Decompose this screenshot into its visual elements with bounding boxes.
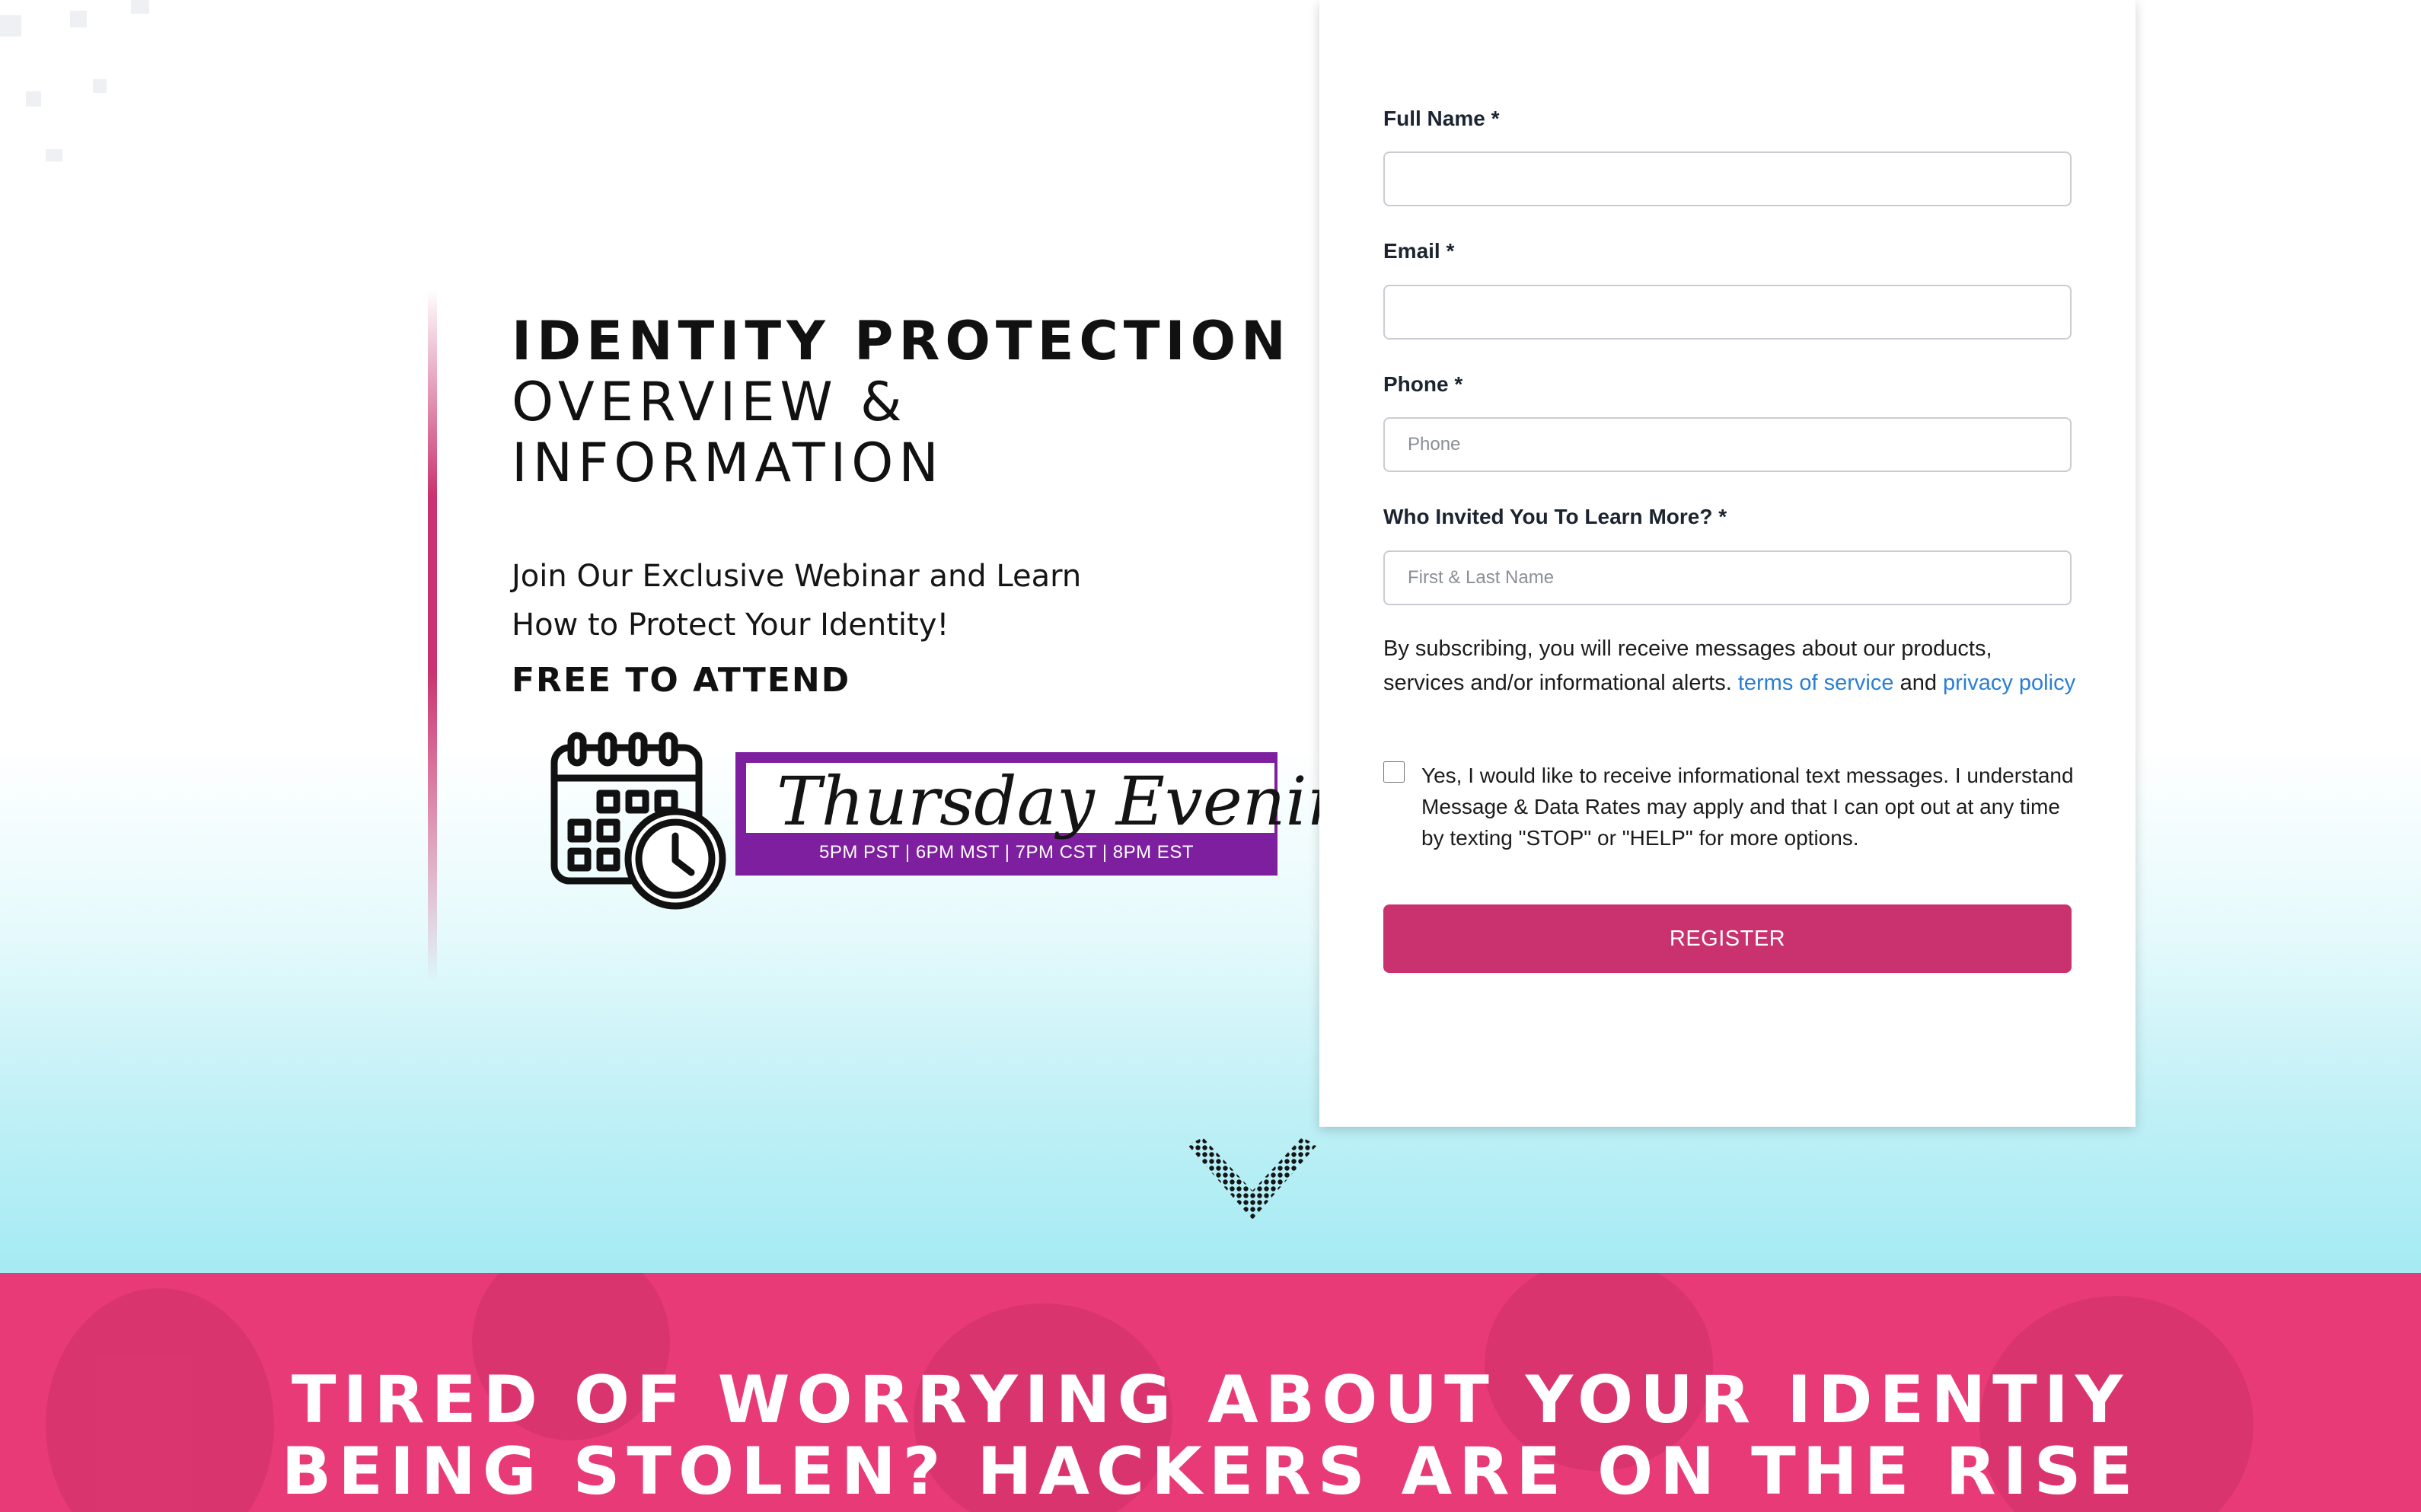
- phone-input[interactable]: [1383, 417, 2072, 472]
- decorative-pixel-pattern: [0, 0, 167, 183]
- hacker-warning-banner: TIRED OF WORRYING ABOUT YOUR IDENTIY BEI…: [0, 1273, 2421, 1512]
- full-name-label: Full Name *: [1383, 107, 1500, 130]
- sms-opt-in-text: Yes, I would like to receive information…: [1421, 764, 2074, 850]
- email-input[interactable]: [1383, 285, 2072, 340]
- chevron-down-icon[interactable]: [1188, 1137, 1317, 1221]
- hero-accent-bar: [428, 289, 437, 982]
- schedule-banner: Thursday Evening 5PM PST | 6PM MST | 7PM…: [735, 752, 1393, 876]
- schedule-day: Thursday Evening: [777, 762, 1393, 841]
- hero-title-line3: INFORMATION: [512, 432, 944, 494]
- inviter-label: Who Invited You To Learn More? *: [1383, 505, 1727, 528]
- schedule-banner-inner: Thursday Evening: [746, 762, 1393, 841]
- hero-subtitle-line1: Join Our Exclusive Webinar and Learn: [512, 559, 1082, 594]
- sms-opt-in-checkbox[interactable]: [1383, 761, 1405, 783]
- inviter-input[interactable]: [1383, 550, 2072, 605]
- free-to-attend-label: FREE TO ATTEND: [512, 661, 851, 700]
- calendar-clock-icon: [550, 732, 726, 910]
- email-label: Email *: [1383, 239, 1455, 263]
- hero-section: IDENTITY PROTECTION OVERVIEW & INFORMATI…: [428, 289, 1393, 982]
- terms-of-service-link[interactable]: terms of service: [1738, 671, 1894, 695]
- banner-headline-line2: BEING STOLEN? HACKERS ARE ON THE RISE: [281, 1434, 2140, 1510]
- privacy-policy-link[interactable]: privacy policy: [1943, 671, 2075, 695]
- banner-headline-line1: TIRED OF WORRYING ABOUT YOUR IDENTIY: [291, 1362, 2130, 1438]
- hero-title: IDENTITY PROTECTION OVERVIEW & INFORMATI…: [512, 311, 1311, 493]
- consent-text: By subscribing, you will receive message…: [1383, 632, 2076, 700]
- register-button[interactable]: REGISTER: [1383, 904, 2072, 973]
- hero-title-line2: OVERVIEW &: [512, 371, 907, 433]
- phone-label: Phone *: [1383, 372, 1463, 396]
- hero-title-bold: IDENTITY PROTECTION: [512, 310, 1291, 372]
- hero-subtitle-line2: How to Protect Your Identity!: [512, 608, 949, 643]
- hero-subtitle: Join Our Exclusive Webinar and Learn How…: [512, 552, 1197, 649]
- registration-form: Full Name * Email * Phone * Who Invited …: [1319, 0, 2136, 1127]
- schedule-times: 5PM PST | 6PM MST | 7PM CST | 8PM EST: [819, 842, 1194, 863]
- banner-headline: TIRED OF WORRYING ABOUT YOUR IDENTIY BEI…: [0, 1364, 2421, 1507]
- consent-and: and: [1899, 671, 1937, 695]
- full-name-input[interactable]: [1383, 152, 2072, 206]
